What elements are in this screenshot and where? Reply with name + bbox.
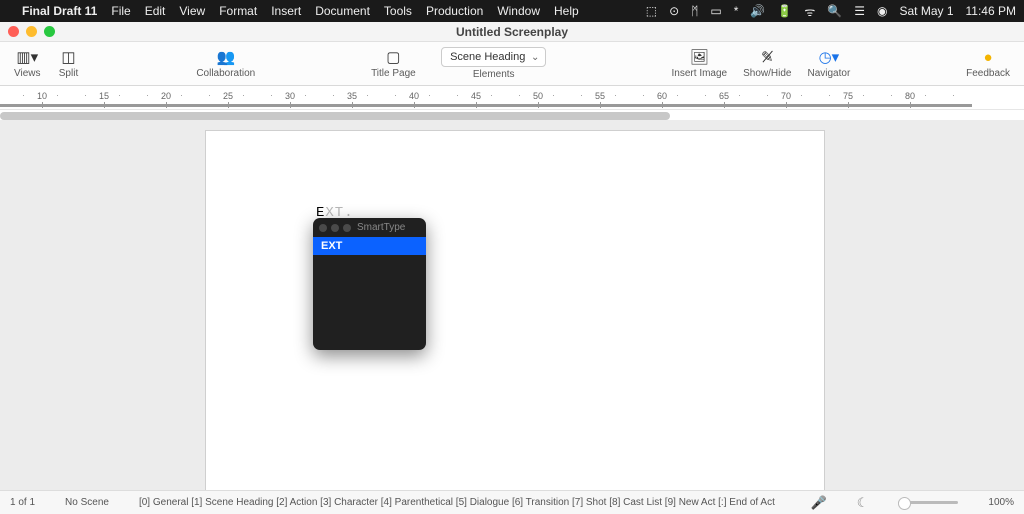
title-page-button[interactable]: ▢ Title Page (363, 48, 424, 79)
element-hotkeys-hint: [0] General [1] Scene Heading [2] Action… (139, 497, 781, 508)
split-label: Split (59, 68, 78, 79)
collaboration-icon: 👥 (216, 48, 235, 66)
smarttype-title: SmartType (357, 222, 405, 233)
menu-window[interactable]: Window (497, 4, 540, 18)
ruler-mark: 25 (228, 86, 290, 110)
window-title: Untitled Screenplay (456, 25, 568, 39)
battery-icon[interactable]: 🔋 (777, 4, 792, 18)
menu-insert[interactable]: Insert (271, 4, 301, 18)
ruler-mark: 10 (42, 86, 104, 110)
menu-file[interactable]: File (111, 4, 130, 18)
document-area: EXT. (0, 120, 1024, 490)
display-icon[interactable]: ▭ (710, 4, 721, 18)
split-icon: ◫ (61, 48, 75, 66)
siri-icon[interactable]: ◉ (877, 4, 887, 18)
popup-dot-icon (319, 224, 327, 232)
horizontal-ruler[interactable]: 5101520253035404550556065707580 (0, 86, 1024, 110)
title-page-label: Title Page (371, 68, 416, 79)
views-label: Views (14, 68, 41, 79)
menu-edit[interactable]: Edit (145, 4, 166, 18)
elements-label: Elements (473, 69, 515, 80)
ruler-mark: 65 (724, 86, 786, 110)
elements-group: Scene Heading Elements (424, 47, 564, 80)
play-circle-icon[interactable]: ⊙ (669, 4, 679, 18)
show-hide-icon: ✎̸ (761, 48, 774, 66)
app-name-menu[interactable]: Final Draft 11 (22, 4, 97, 18)
ruler-mark: 40 (414, 86, 476, 110)
menu-format[interactable]: Format (219, 4, 257, 18)
control-center-icon[interactable]: ☰ (854, 4, 865, 18)
menu-view[interactable]: View (179, 4, 205, 18)
image-icon: 🖼 (690, 48, 709, 66)
navigator-icon: ◷▾ (819, 48, 840, 66)
ruler-mark: 70 (786, 86, 848, 110)
feedback-button[interactable]: ● Feedback (958, 48, 1018, 79)
smarttype-header[interactable]: SmartType (313, 218, 426, 237)
smarttype-item[interactable]: EXT (313, 237, 426, 255)
zoom-value[interactable]: 100% (988, 497, 1014, 508)
window-minimize-button[interactable] (26, 26, 37, 37)
ruler-mark: 55 (600, 86, 662, 110)
popup-dot-icon (343, 224, 351, 232)
feedback-icon: ● (984, 48, 993, 66)
document-page[interactable]: EXT. (205, 130, 825, 490)
ruler-mark: 60 (662, 86, 724, 110)
elements-dropdown[interactable]: Scene Heading (441, 47, 546, 67)
show-hide-label: Show/Hide (743, 68, 791, 79)
status-bar: 1 of 1 No Scene [0] General [1] Scene He… (0, 490, 1024, 514)
menubar-date[interactable]: Sat May 1 (899, 4, 953, 18)
ruler-mark: 80 (910, 86, 972, 110)
search-spotlight-icon[interactable]: 🔍 (827, 4, 842, 18)
popup-dot-icon (331, 224, 339, 232)
ruler-mark: 5 (0, 86, 42, 110)
ruler-mark: 50 (538, 86, 600, 110)
show-hide-button[interactable]: ✎̸ Show/Hide (735, 48, 799, 79)
ruler-mark: 30 (290, 86, 352, 110)
wifi-icon[interactable]: ᯤ (804, 3, 815, 20)
split-button[interactable]: ◫ Split (49, 48, 89, 79)
ruler-mark: 15 (104, 86, 166, 110)
ruler-mark: 75 (848, 86, 910, 110)
menu-production[interactable]: Production (426, 4, 483, 18)
window-titlebar: Untitled Screenplay (0, 22, 1024, 42)
views-button[interactable]: ▥▾ Views (6, 48, 49, 79)
smarttype-popup: SmartType EXT (313, 218, 426, 350)
window-traffic-lights (8, 26, 55, 37)
ruler-mark: 45 (476, 86, 538, 110)
title-page-icon: ▢ (386, 48, 400, 66)
ruler-mark: 35 (352, 86, 414, 110)
page-indicator[interactable]: 1 of 1 (10, 497, 35, 508)
menubar-time[interactable]: 11:46 PM (966, 4, 1016, 18)
insert-image-button[interactable]: 🖼 Insert Image (664, 48, 736, 79)
menu-tools[interactable]: Tools (384, 4, 412, 18)
dropbox-icon[interactable]: ⬚ (646, 4, 657, 18)
volume-icon[interactable]: 🔊 (750, 4, 765, 18)
menu-help[interactable]: Help (554, 4, 579, 18)
bluetooth-icon[interactable]: * (734, 4, 739, 18)
navigator-label: Navigator (807, 68, 850, 79)
app-toolbar: ▥▾ Views ◫ Split 👥 Collaboration ▢ Title… (0, 42, 1024, 86)
dictation-icon[interactable]: 🎤 (811, 495, 827, 511)
collaboration-label: Collaboration (196, 68, 255, 79)
window-close-button[interactable] (8, 26, 19, 37)
insert-image-label: Insert Image (672, 68, 728, 79)
macos-menubar: Final Draft 11 File Edit View Format Ins… (0, 0, 1024, 22)
feedback-label: Feedback (966, 68, 1010, 79)
collaboration-button[interactable]: 👥 Collaboration (188, 48, 263, 79)
ruler-mark: 20 (166, 86, 228, 110)
window-zoom-button[interactable] (44, 26, 55, 37)
scene-indicator[interactable]: No Scene (65, 497, 109, 508)
zoom-slider[interactable] (898, 501, 958, 504)
malware-icon[interactable]: ᛗ (691, 4, 698, 18)
views-icon: ▥▾ (16, 48, 38, 66)
menu-document[interactable]: Document (315, 4, 370, 18)
horizontal-scrollbar[interactable] (0, 112, 670, 120)
navigator-button[interactable]: ◷▾ Navigator (799, 48, 858, 79)
elements-value: Scene Heading (450, 51, 525, 63)
night-mode-icon[interactable]: ☾ (857, 495, 869, 511)
